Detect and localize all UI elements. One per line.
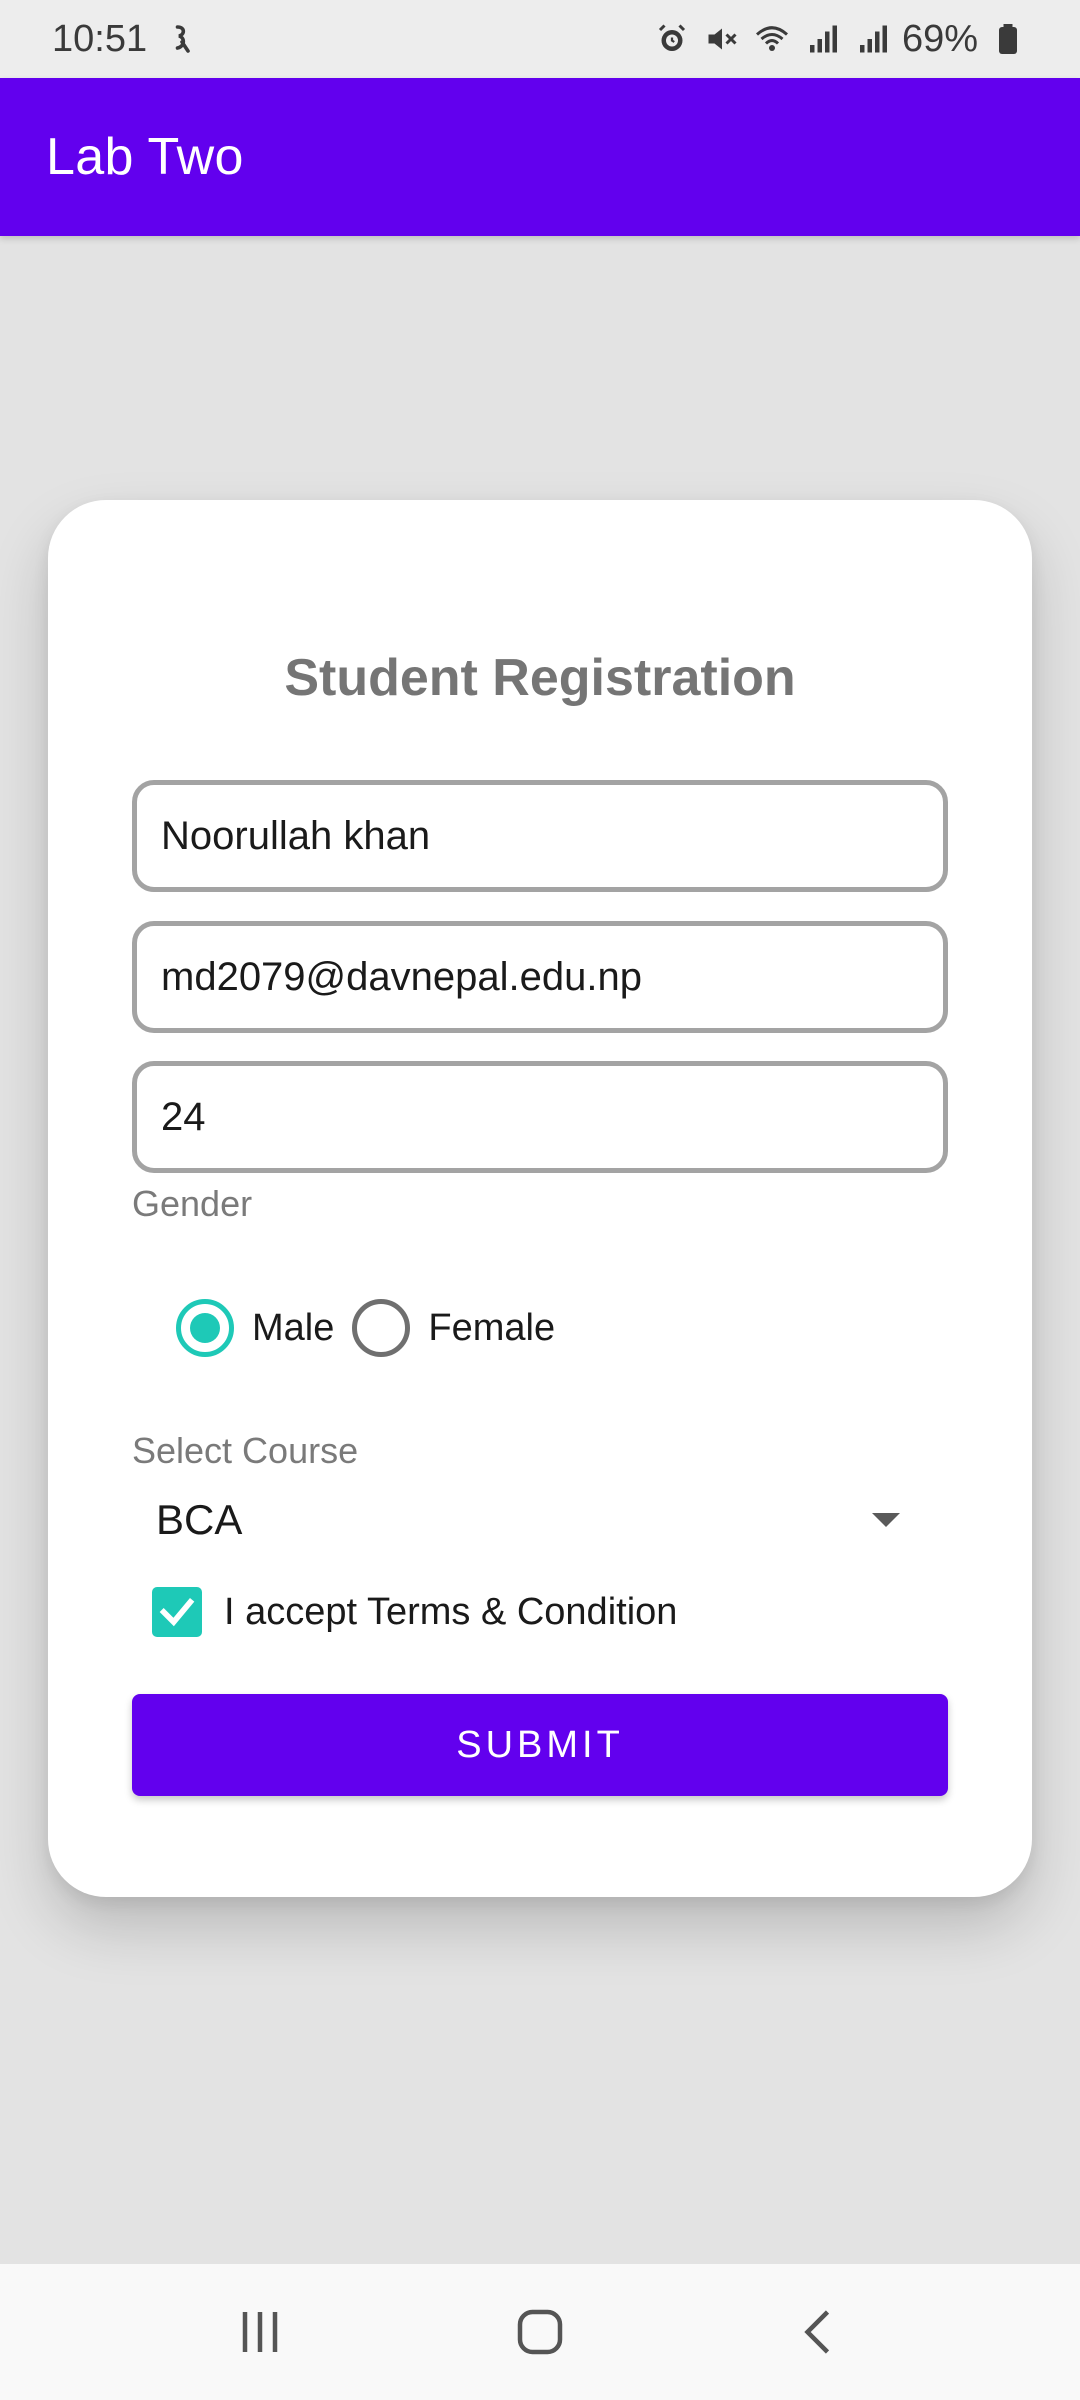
submit-button[interactable]: SUBMIT: [132, 1694, 948, 1796]
status-bar: 10:51 69%: [0, 0, 1080, 78]
status-left: 10:51: [52, 18, 205, 61]
notification-icon: [165, 19, 205, 59]
age-field[interactable]: 24: [132, 1061, 948, 1173]
name-field[interactable]: Noorullah khan: [132, 780, 948, 892]
email-field[interactable]: md2079@davnepal.edu.np: [132, 921, 948, 1033]
status-right: 69%: [652, 18, 1028, 61]
battery-percentage: 69%: [901, 17, 978, 60]
app-title: Lab Two: [46, 128, 244, 186]
terms-row[interactable]: I accept Terms & Condition: [152, 1582, 677, 1642]
gender-label: Gender: [132, 1183, 253, 1224]
dropdown-arrow-icon[interactable]: [872, 1513, 900, 1527]
checkmark-icon: [159, 1598, 195, 1627]
course-dropdown[interactable]: BCA: [132, 1480, 948, 1560]
mute-icon: [702, 19, 742, 59]
battery-icon: [988, 19, 1028, 59]
gender-radio-group: Male Female: [176, 1296, 573, 1360]
radio-male-label: Male: [252, 1306, 335, 1349]
radio-male-indicator[interactable]: [176, 1299, 234, 1357]
course-label: Select Course: [132, 1430, 359, 1471]
recent-apps-icon[interactable]: [210, 2282, 310, 2382]
status-time: 10:51: [52, 17, 148, 60]
terms-checkbox[interactable]: [152, 1587, 202, 1637]
home-icon[interactable]: [490, 2282, 590, 2382]
app-bar: Lab Two: [0, 78, 1080, 236]
registration-card: Student Registration Noorullah khan md20…: [48, 500, 1032, 1897]
form-title: Student Registration: [284, 649, 796, 707]
screen: 10:51 69% Lab Two Student Registration N…: [0, 0, 1080, 2400]
signal-icon: [802, 19, 842, 59]
radio-female-label: Female: [428, 1306, 556, 1349]
radio-female-indicator[interactable]: [352, 1299, 411, 1357]
terms-label: I accept Terms & Condition: [224, 1590, 678, 1633]
signal-icon: [852, 19, 892, 59]
back-icon[interactable]: [770, 2282, 870, 2382]
wifi-icon: [752, 19, 792, 59]
nav-bar: [0, 2264, 1080, 2400]
radio-male[interactable]: Male: [176, 1299, 334, 1357]
course-dropdown-value: BCA: [156, 1496, 243, 1543]
radio-female[interactable]: Female: [352, 1299, 555, 1357]
alarm-icon: [652, 19, 692, 59]
